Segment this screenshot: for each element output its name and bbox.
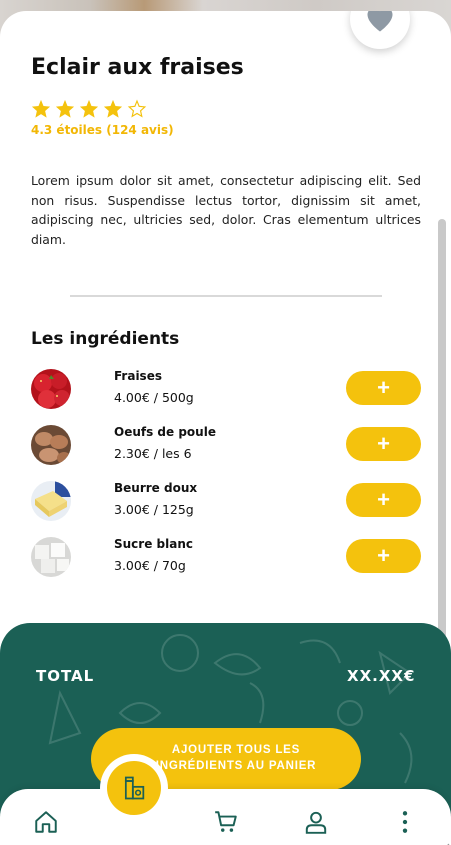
add-ingredient-button[interactable]: + — [346, 371, 421, 405]
ingredient-name: Oeufs de poule — [114, 425, 216, 439]
star-filled-icon — [55, 99, 75, 118]
nav-cart[interactable] — [211, 807, 241, 837]
user-icon — [305, 811, 327, 834]
ingredient-name: Beurre doux — [114, 481, 198, 495]
nav-profile[interactable] — [301, 807, 331, 837]
star-outline-icon — [127, 99, 147, 118]
star-filled-icon — [103, 99, 123, 118]
ingredient-row: Sucre blanc 3.00€ / 70g + — [31, 537, 421, 577]
heart-icon — [367, 11, 393, 32]
ingredient-price: 3.00€ / 70g — [114, 558, 186, 573]
total-label: TOTAL — [36, 667, 95, 685]
star-filled-icon — [79, 99, 99, 118]
add-ingredient-button[interactable]: + — [346, 427, 421, 461]
recipe-card: Eclair aux fraises 4.3 étoiles (124 avis… — [0, 11, 451, 845]
strawberry-image — [31, 369, 71, 409]
total-value: XX.XX€ — [347, 667, 416, 685]
home-icon — [35, 811, 57, 833]
recipe-title: Eclair aux fraises — [31, 55, 244, 80]
add-ingredient-button[interactable]: + — [346, 483, 421, 517]
star-rating — [31, 99, 147, 118]
ingredient-row: Fraises 4.00€ / 500g + — [31, 369, 421, 409]
grocery-icon — [124, 776, 145, 800]
section-divider — [70, 295, 382, 297]
eggs-image — [31, 425, 71, 465]
ingredient-price: 3.00€ / 125g — [114, 502, 194, 517]
favorite-button[interactable] — [350, 11, 410, 49]
nav-home[interactable] — [31, 807, 61, 837]
resize-grip-icon — [447, 843, 450, 845]
nav-groceries-button[interactable] — [100, 754, 168, 822]
ingredient-row: Beurre doux 3.00€ / 125g + — [31, 481, 421, 521]
ingredient-price: 4.00€ / 500g — [114, 390, 194, 405]
bottom-navigation — [0, 789, 451, 845]
butter-image — [31, 481, 71, 521]
ingredient-row: Oeufs de poule 2.30€ / les 6 + — [31, 425, 421, 465]
sugar-image — [31, 537, 71, 577]
scrollbar[interactable] — [438, 219, 446, 639]
add-ingredient-button[interactable]: + — [346, 539, 421, 573]
ingredient-name: Sucre blanc — [114, 537, 193, 551]
rating-text: 4.3 étoiles (124 avis) — [31, 123, 174, 137]
recipe-description: Lorem ipsum dolor sit amet, consectetur … — [31, 173, 421, 247]
cart-icon — [215, 811, 237, 832]
ingredient-price: 2.30€ / les 6 — [114, 446, 192, 461]
star-filled-icon — [31, 99, 51, 118]
ingredients-title: Les ingrédients — [31, 329, 180, 349]
more-vertical-icon — [402, 811, 408, 833]
nav-menu[interactable] — [390, 807, 420, 837]
ingredient-name: Fraises — [114, 369, 162, 383]
